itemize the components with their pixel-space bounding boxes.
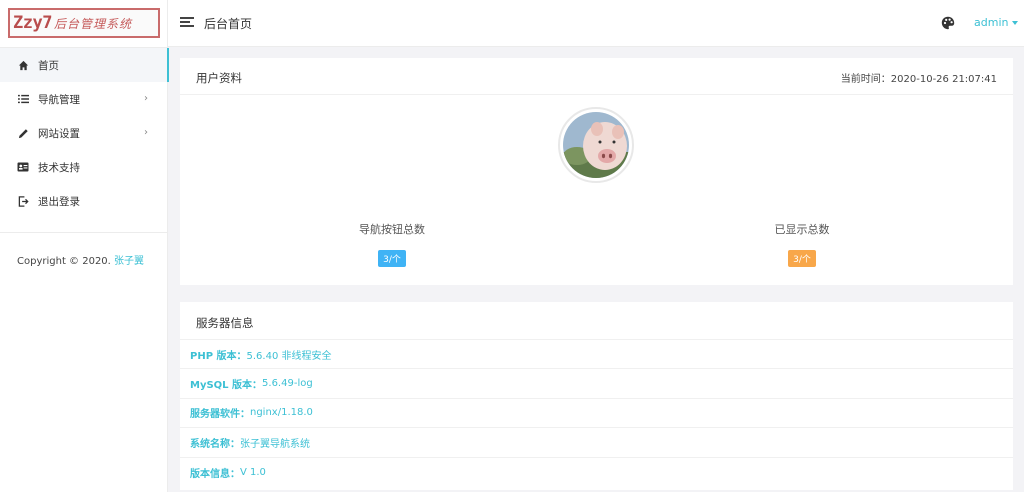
row-label: 系统名称： <box>190 438 240 450</box>
menu-toggle-icon[interactable] <box>180 16 194 28</box>
list-icon <box>17 93 29 105</box>
palette-icon[interactable] <box>941 16 955 30</box>
row-label: MySQL 版本： <box>190 380 263 392</box>
stat-label: 已显示总数 <box>774 223 830 236</box>
server-card: 服务器信息 PHP 版本： 5.6.40 非线程安全 MySQL 版本： 5.6.4… <box>180 302 1013 490</box>
divider <box>0 232 168 233</box>
stat-label: 导航按钮总数 <box>359 223 425 236</box>
caret-down-icon <box>1012 21 1019 25</box>
profile-card: 用户资料 当前时间：2020-10-26 21:07:41 导航按钮总数 3/个… <box>180 58 1013 285</box>
sidebar-item-nav-manage[interactable]: 导航管理 › <box>0 82 168 116</box>
chevron-right-icon: › <box>144 93 148 104</box>
sidebar-item-label: 退出登录 <box>38 195 80 208</box>
copyright: Copyright © 2020. 张子翼 <box>17 252 144 267</box>
home-icon <box>17 59 29 71</box>
page-title: 后台首页 <box>204 17 253 31</box>
user-menu[interactable]: admin <box>974 16 1019 29</box>
row-label: 版本信息： <box>190 468 240 480</box>
server-row-system-name: 系统名称： 张子翼导航系统 <box>180 428 1013 458</box>
card-title: 用户资料 <box>196 71 242 85</box>
copyright-author-link[interactable]: 张子翼 <box>114 256 144 267</box>
row-value: V 1.0 <box>240 466 266 478</box>
sidebar-item-label: 技术支持 <box>38 161 80 174</box>
server-row-software: 服务器软件： nginx/1.18.0 <box>180 399 1013 429</box>
username: admin <box>974 16 1009 29</box>
sidebar-item-label: 网站设置 <box>38 127 80 140</box>
current-time: 当前时间：2020-10-26 21:07:41 <box>841 70 997 85</box>
logout-icon <box>17 195 29 207</box>
stat-badge: 3/个 <box>788 250 816 267</box>
card-header: 服务器信息 <box>180 302 1013 340</box>
server-row-mysql: MySQL 版本： 5.6.49-log <box>180 369 1013 399</box>
time-label: 当前时间： <box>840 74 891 85</box>
stat-displayed: 已显示总数 3/个 <box>732 221 872 267</box>
row-value: 张子翼导航系统 <box>240 438 310 450</box>
stat-badge: 3/个 <box>378 250 406 267</box>
sidebar-item-home[interactable]: 首页 <box>0 48 169 82</box>
sidebar-item-label: 首页 <box>38 59 59 72</box>
row-value: 5.6.40 非线程安全 <box>246 350 332 362</box>
stat-nav-buttons: 导航按钮总数 3/个 <box>322 221 462 267</box>
pencil-icon <box>17 127 29 139</box>
time-value: 2020-10-26 21:07:41 <box>890 74 997 85</box>
chevron-right-icon: › <box>144 127 148 138</box>
avatar-image <box>563 112 629 178</box>
sidebar-item-site-settings[interactable]: 网站设置 › <box>0 116 168 150</box>
id-card-icon <box>17 161 29 173</box>
sidebar-item-support[interactable]: 技术支持 <box>0 150 168 184</box>
server-row-version: 版本信息： V 1.0 <box>180 458 1013 487</box>
avatar <box>558 107 634 183</box>
logo-main-text: Zzy7 <box>13 13 52 33</box>
copyright-text: Copyright © 2020. <box>17 256 111 267</box>
sidebar-item-logout[interactable]: 退出登录 <box>0 184 168 218</box>
row-label: 服务器软件： <box>190 409 250 421</box>
top-header: 后台首页 admin <box>168 0 1024 47</box>
sidebar-nav: 首页 导航管理 › 网站设置 › 技术支持 退出登录 <box>0 48 169 218</box>
sidebar: Zzy7 后台管理系统 首页 导航管理 › 网站设置 › 技术支持 退出登录 C… <box>0 0 169 492</box>
sidebar-item-label: 导航管理 <box>38 93 80 106</box>
row-value: nginx/1.18.0 <box>250 407 313 419</box>
card-title: 服务器信息 <box>196 316 254 330</box>
logo[interactable]: Zzy7 后台管理系统 <box>8 8 160 38</box>
card-header: 用户资料 当前时间：2020-10-26 21:07:41 <box>180 58 1013 95</box>
logo-sub-text: 后台管理系统 <box>53 16 132 31</box>
server-row-php: PHP 版本： 5.6.40 非线程安全 <box>180 340 1013 370</box>
row-value: 5.6.49-log <box>262 378 313 390</box>
row-label: PHP 版本： <box>190 350 247 362</box>
